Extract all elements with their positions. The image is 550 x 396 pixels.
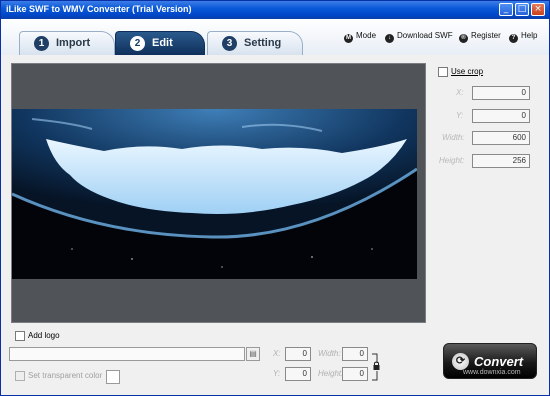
maximize-button[interactable]: □ — [515, 3, 529, 16]
mode-icon: M — [344, 34, 353, 43]
convert-label: Convert — [474, 354, 524, 369]
watermark-text: www.downxia.com — [463, 369, 521, 376]
logo-height-field[interactable]: 0 — [342, 367, 368, 381]
register-label: Register — [471, 31, 501, 40]
crop-height-label: Height: — [439, 156, 465, 165]
add-logo-label: Add logo — [28, 331, 60, 340]
mode-link[interactable]: M Mode — [344, 31, 376, 43]
convert-icon: ⟳ — [452, 353, 469, 370]
transparent-color-label: Set transparent color — [28, 371, 103, 380]
use-crop-label: Use crop — [451, 67, 484, 76]
close-button[interactable]: × — [531, 3, 545, 16]
minimize-button[interactable]: _ — [499, 3, 513, 16]
title-bar[interactable]: iLike SWF to WMV Converter (Trial Versio… — [1, 1, 549, 19]
download-icon: ↓ — [385, 34, 394, 43]
window-title: iLike SWF to WMV Converter (Trial Versio… — [6, 4, 192, 14]
logo-file-input[interactable] — [9, 347, 245, 361]
video-preview — [11, 63, 426, 323]
help-label: Help — [521, 31, 538, 40]
register-link[interactable]: ® Register — [459, 31, 501, 43]
crop-y-field[interactable]: 0 — [472, 109, 530, 123]
download-label: Download SWF — [397, 31, 453, 40]
tab-label: Setting — [244, 37, 282, 49]
logo-width-field[interactable]: 0 — [342, 347, 368, 361]
folder-icon[interactable]: ▤ — [246, 347, 260, 361]
tab-setting[interactable]: 3 Setting — [207, 31, 303, 55]
register-icon: ® — [459, 34, 468, 43]
crop-x-field[interactable]: 0 — [472, 86, 530, 100]
logo-height-label: Height: — [318, 369, 344, 378]
tab-label: Edit — [152, 37, 173, 49]
logo-width-label: Width: — [318, 349, 341, 358]
download-swf-link[interactable]: ↓ Download SWF — [385, 31, 453, 43]
logo-y-field[interactable]: 0 — [285, 367, 311, 381]
step-number: 2 — [130, 36, 145, 51]
earth-image — [12, 109, 417, 279]
crop-width-field[interactable]: 600 — [472, 131, 530, 145]
crop-width-label: Width: — [442, 133, 465, 142]
crop-y-label: Y: — [456, 111, 464, 120]
logo-x-field[interactable]: 0 — [285, 347, 311, 361]
add-logo-checkbox[interactable] — [15, 331, 25, 341]
step-number: 1 — [34, 36, 49, 51]
logo-y-label: Y: — [273, 369, 281, 378]
color-picker-button[interactable] — [106, 370, 120, 384]
crop-x-label: X: — [456, 88, 464, 97]
help-link[interactable]: ? Help — [509, 31, 537, 43]
tab-import[interactable]: 1 Import — [19, 31, 115, 55]
mode-label: Mode — [356, 31, 377, 40]
edit-panel: Use crop X: 0 Y: 0 Width: 600 Height: 25… — [3, 55, 547, 395]
aspect-lock-icon[interactable] — [371, 353, 381, 381]
step-number: 3 — [222, 36, 237, 51]
help-icon: ? — [509, 34, 518, 43]
tab-edit[interactable]: 2 Edit — [115, 31, 205, 55]
transparent-color-checkbox[interactable] — [15, 371, 25, 381]
tab-label: Import — [56, 37, 91, 49]
crop-height-field[interactable]: 256 — [472, 154, 530, 168]
logo-x-label: X: — [273, 349, 281, 358]
preview-frame — [12, 109, 417, 279]
app-window: iLike SWF to WMV Converter (Trial Versio… — [0, 0, 550, 396]
use-crop-checkbox[interactable] — [438, 67, 448, 77]
